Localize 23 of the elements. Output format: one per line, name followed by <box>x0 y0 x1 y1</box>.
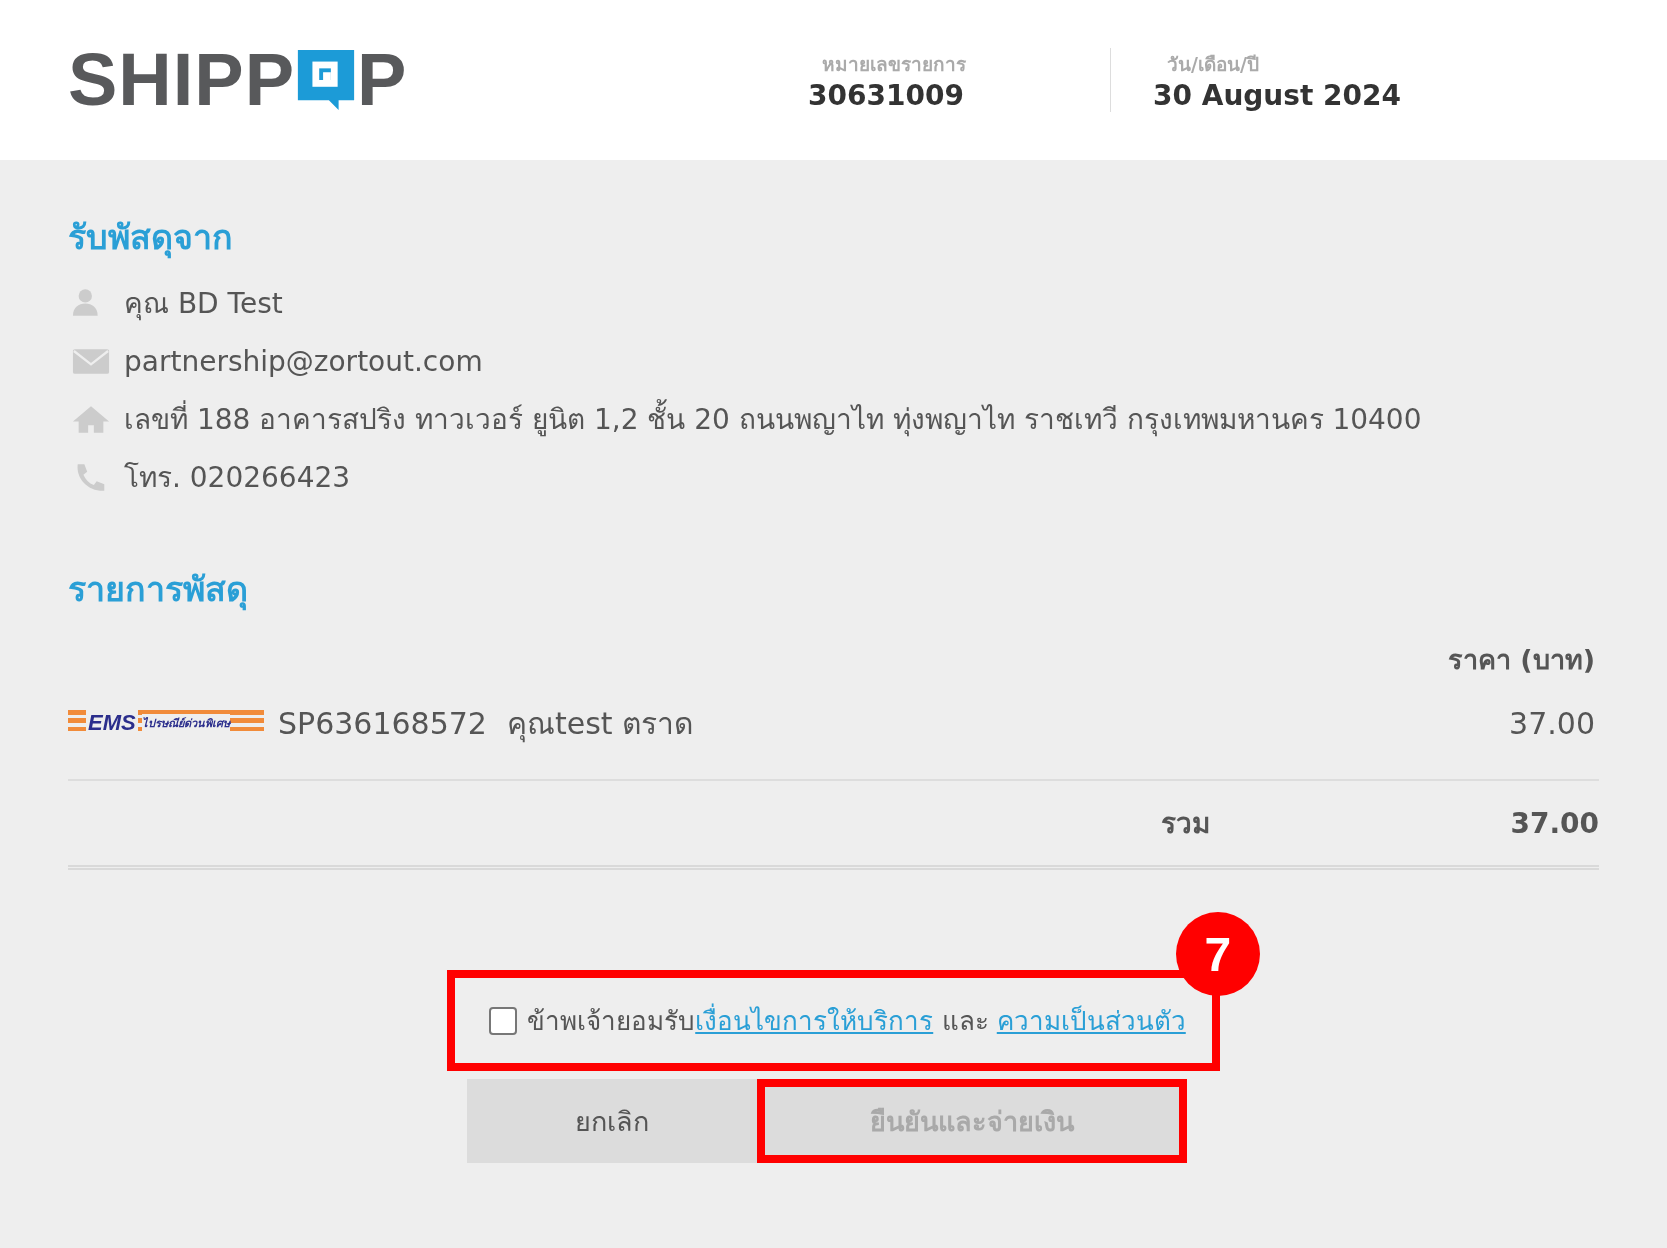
tracking-number: SP636168572 <box>278 705 487 741</box>
price-column-header: ราคา (บาท) <box>1447 643 1595 677</box>
date-label: วัน/เดือน/ปี <box>1166 51 1260 77</box>
cancel-button[interactable]: ยกเลิก <box>466 1079 757 1163</box>
order-number: 30631009 <box>808 78 965 112</box>
order-date: 30 August 2024 <box>1153 78 1402 112</box>
step-badge: 7 <box>1175 912 1260 996</box>
address-text: เลขที่ 188 อาคารสปริง ทาวเวอร์ ยูนิต 1,2 ชั้น 20 ถนนพญาไท ทุ่งพญาไท ราชเทวี กรุงเทพมหานคร 10400 <box>124 397 1422 441</box>
agreement-text: ข้าพเจ้ายอมรับเงื่อนไขการให้บริการ และ ความเป็นส่วนตัว <box>527 1000 1186 1041</box>
logo-text: SHIPP <box>68 43 296 117</box>
phone-text: โทร. 020266423 <box>124 460 351 496</box>
order-number-label: หมายเลขรายการ <box>821 51 967 77</box>
person-text: คุณ BD Test <box>124 286 283 323</box>
recipient-name: คุณtest ตราด <box>506 704 694 745</box>
total-label: รวม <box>1161 806 1211 842</box>
total-amount: 37.00 <box>1510 806 1599 840</box>
email-text: partnership@zortout.com <box>124 344 483 378</box>
agree-checkbox[interactable] <box>489 1006 518 1035</box>
privacy-link[interactable]: ความเป็นส่วนตัว <box>996 1006 1186 1036</box>
section-title: รายการพัสดุ <box>68 568 249 613</box>
section-title: รับพัสดุจาก <box>68 216 234 261</box>
price: 37.00 <box>1509 705 1596 741</box>
logo-text: P <box>357 43 408 117</box>
